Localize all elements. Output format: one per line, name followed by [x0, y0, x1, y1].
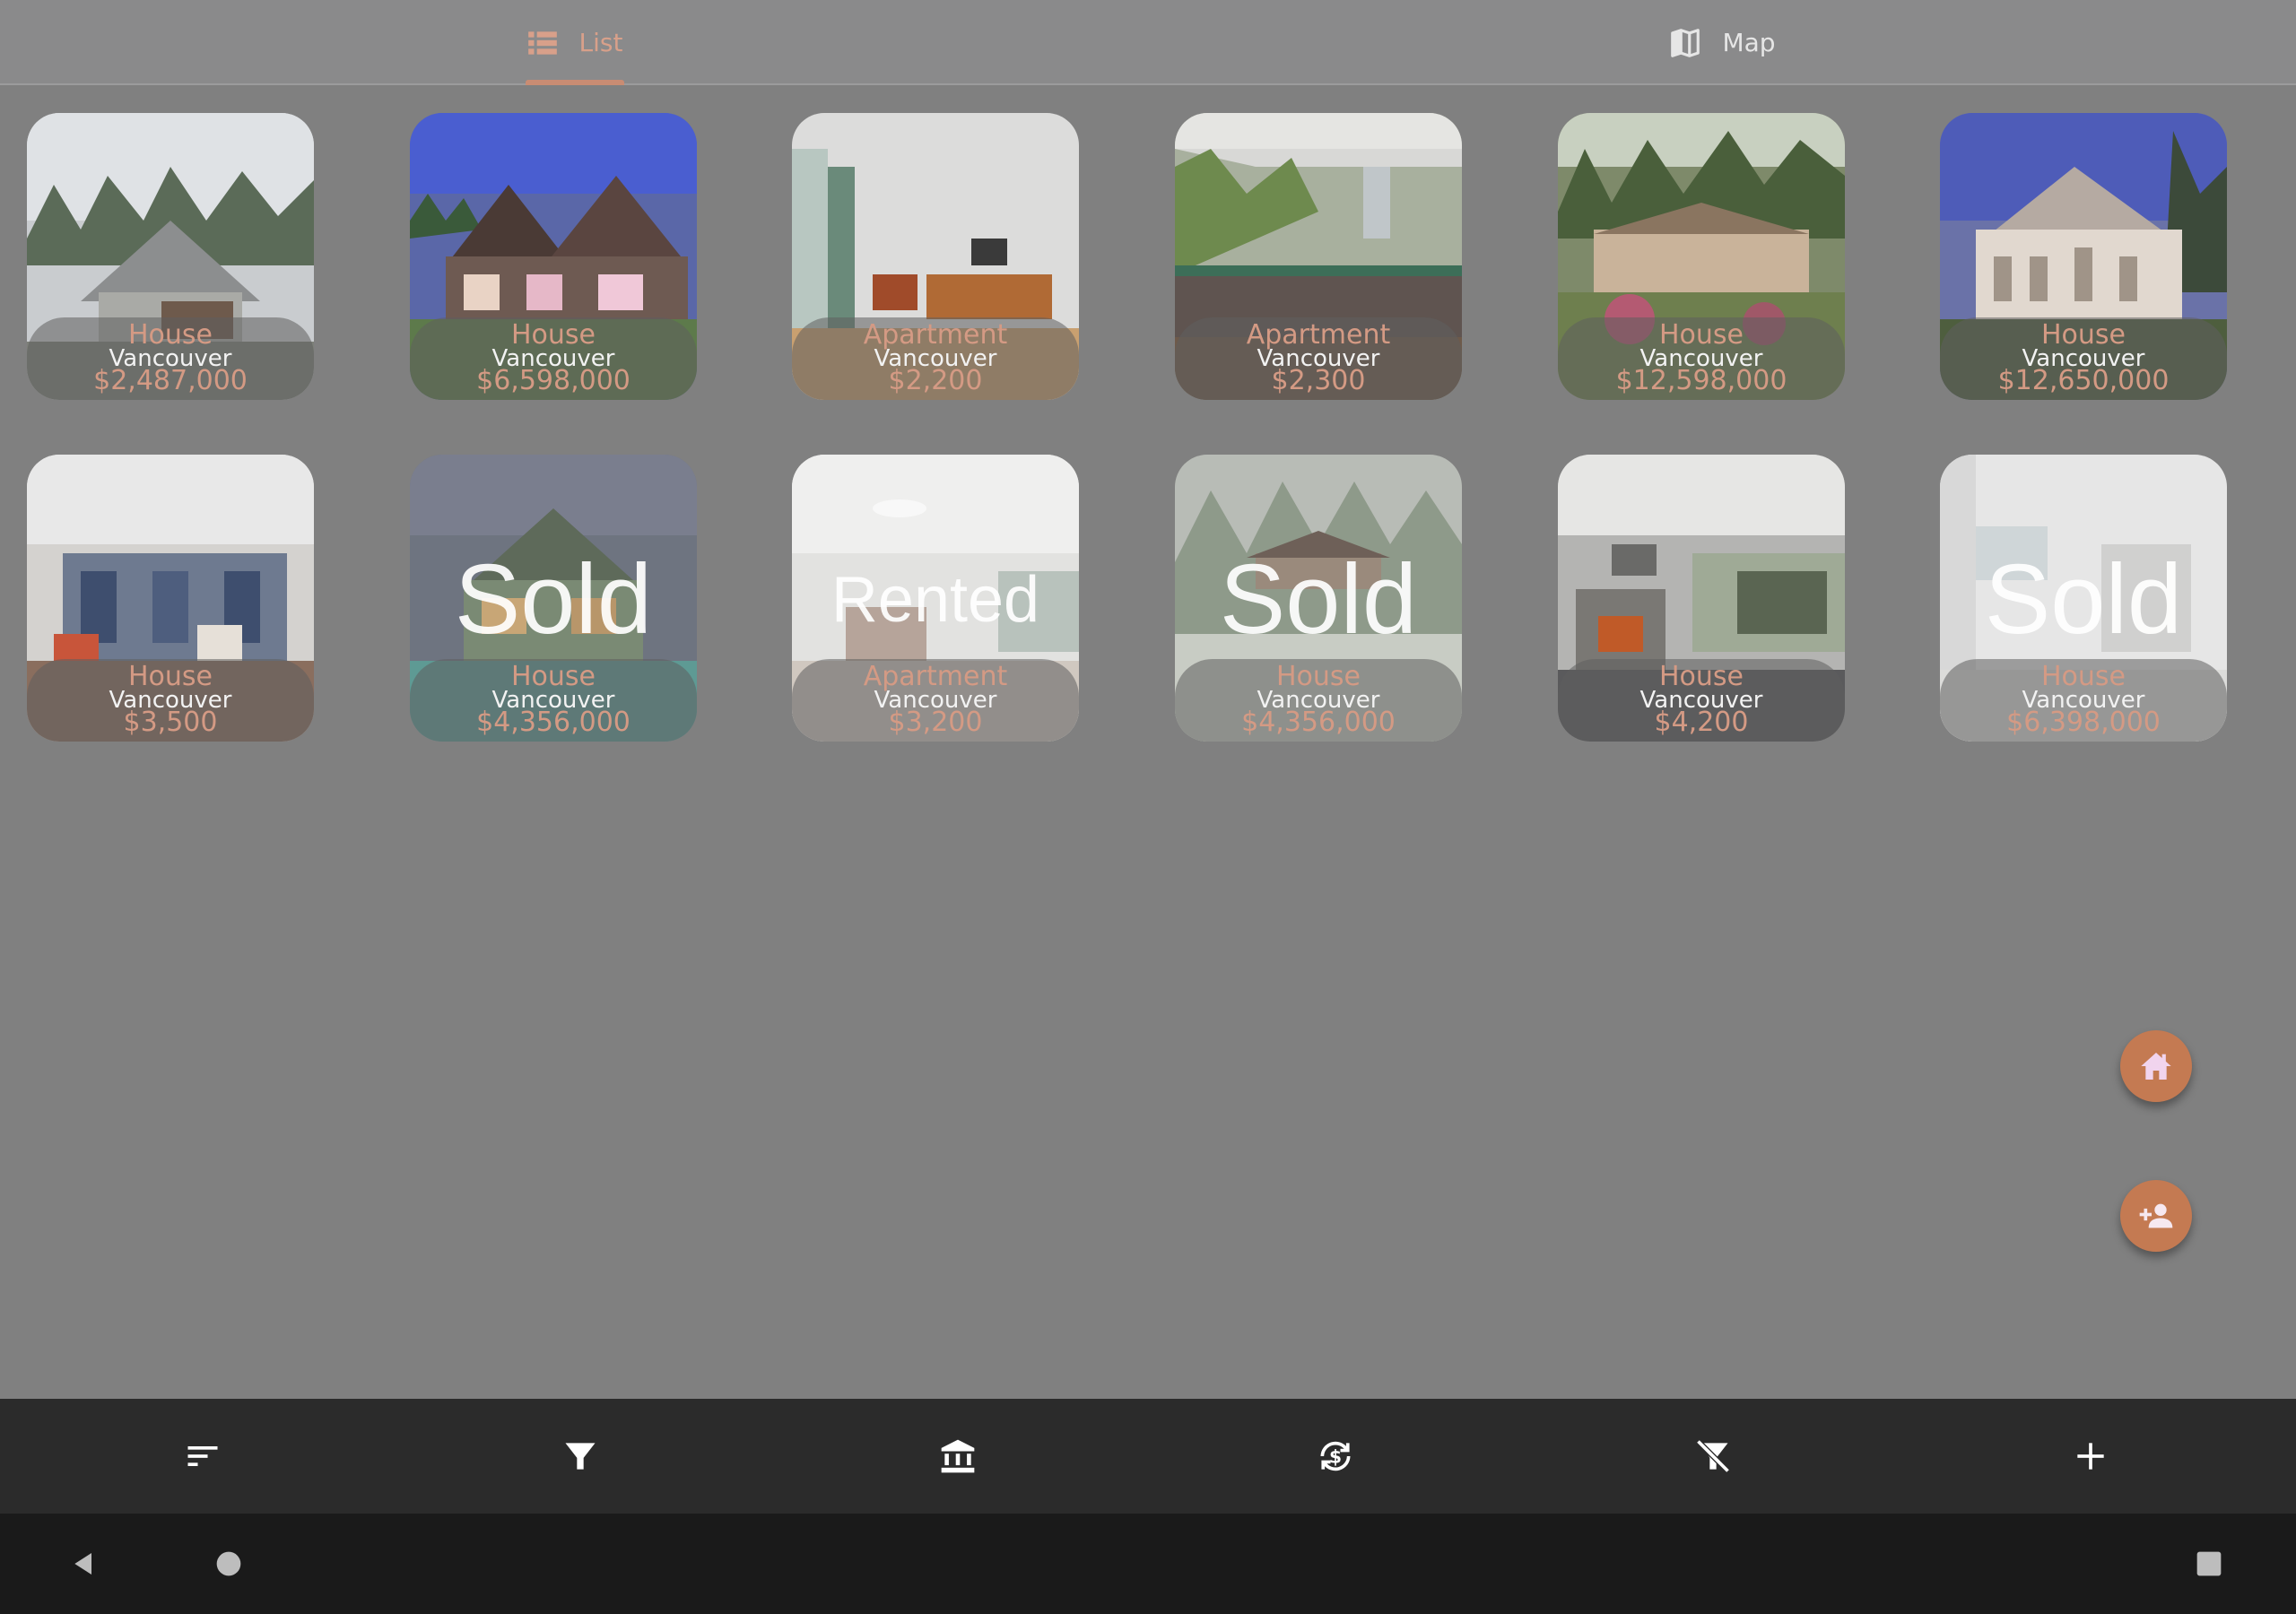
listing-card[interactable]: Apartment Vancouver $2,300 — [1175, 113, 1462, 400]
listing-price: $6,598,000 — [476, 365, 631, 396]
bank-icon — [941, 1439, 975, 1473]
listing-price: $4,200 — [1654, 707, 1749, 738]
list-icon — [527, 30, 557, 55]
listing-status: Sold — [1984, 544, 2183, 655]
listing-card[interactable]: Apartment Vancouver $2,200 — [792, 113, 1079, 400]
listing-card[interactable]: Sold House Vancouver $6,398,000 — [1940, 455, 2227, 742]
listing-status: Sold — [1219, 544, 1418, 655]
listing-price: $12,650,000 — [1997, 365, 2170, 396]
listing-caption: Apartment Vancouver $2,300 — [1175, 317, 1462, 400]
clear-filter-button[interactable] — [1650, 1399, 1776, 1514]
tab-map[interactable]: Map — [1148, 0, 2296, 85]
listing-caption: House Vancouver $12,598,000 — [1558, 317, 1845, 400]
listing-card[interactable]: House Vancouver $4,200 — [1558, 455, 1845, 742]
currency-exchange-button[interactable]: $ — [1273, 1399, 1398, 1514]
system-nav-bar — [0, 1514, 2296, 1614]
listing-price: $2,300 — [1271, 365, 1366, 396]
listing-caption: Apartment Vancouver $3,200 — [792, 659, 1079, 742]
recents-icon — [2196, 1551, 2222, 1576]
listing-caption: House Vancouver $4,200 — [1558, 659, 1845, 742]
sort-icon — [187, 1446, 218, 1466]
listing-card[interactable]: House Vancouver $3,500 — [27, 455, 314, 742]
listing-caption: Apartment Vancouver $2,200 — [792, 317, 1079, 400]
listing-status: Rented — [831, 564, 1040, 636]
home-circle-icon — [216, 1551, 241, 1576]
listing-caption: House Vancouver $6,398,000 — [1940, 659, 2227, 742]
listing-caption: House Vancouver $3,500 — [27, 659, 314, 742]
bank-button[interactable] — [895, 1399, 1021, 1514]
filter-off-icon — [1696, 1439, 1730, 1473]
listing-caption: House Vancouver $2,487,000 — [27, 317, 314, 400]
listing-price: $12,598,000 — [1615, 365, 1787, 396]
listing-price: $4,356,000 — [1241, 707, 1396, 738]
listing-card[interactable]: Sold House Vancouver $4,356,000 — [1175, 455, 1462, 742]
listing-price: $2,200 — [888, 365, 983, 396]
filter-icon — [565, 1443, 596, 1470]
listing-caption: House Vancouver $6,598,000 — [410, 317, 697, 400]
listing-caption: House Vancouver $4,356,000 — [1175, 659, 1462, 742]
svg-text:$: $ — [1329, 1445, 1342, 1467]
recents-button[interactable] — [2164, 1514, 2254, 1614]
tab-map-label: Map — [1722, 28, 1776, 57]
bottom-toolbar: $ — [0, 1399, 2296, 1514]
listing-card[interactable]: House Vancouver $6,598,000 — [410, 113, 697, 400]
listing-card[interactable]: Sold House Vancouver $4,356,000 — [410, 455, 697, 742]
add-person-icon — [2139, 1203, 2173, 1228]
listing-caption: House Vancouver $12,650,000 — [1940, 317, 2227, 400]
listing-card[interactable]: House Vancouver $12,650,000 — [1940, 113, 2227, 400]
listing-price: $3,500 — [123, 707, 218, 738]
add-button[interactable] — [2028, 1399, 2153, 1514]
listing-status: Sold — [454, 544, 653, 655]
active-tab-indicator — [526, 80, 624, 85]
filter-button[interactable] — [517, 1399, 643, 1514]
home-fab-button[interactable] — [2120, 1030, 2192, 1102]
home-nav-button[interactable] — [184, 1514, 274, 1614]
sort-button[interactable] — [140, 1399, 265, 1514]
listing-price: $4,356,000 — [476, 707, 631, 738]
back-button[interactable] — [39, 1514, 129, 1614]
top-tab-bar: List Map — [0, 0, 2296, 85]
listing-price: $3,200 — [888, 707, 983, 738]
tab-list-label: List — [578, 28, 623, 57]
listing-price: $2,487,000 — [93, 365, 248, 396]
listing-card[interactable]: House Vancouver $12,598,000 — [1558, 113, 1845, 400]
map-icon — [1671, 28, 1700, 57]
listing-caption: House Vancouver $4,356,000 — [410, 659, 697, 742]
back-icon — [74, 1553, 91, 1575]
home-icon — [2141, 1053, 2171, 1080]
listing-card[interactable]: Rented Apartment Vancouver $3,200 — [792, 455, 1079, 742]
add-person-fab-button[interactable] — [2120, 1180, 2192, 1252]
add-icon — [2077, 1443, 2104, 1470]
currency-exchange-icon: $ — [1320, 1441, 1351, 1471]
listing-price: $6,398,000 — [2006, 707, 2161, 738]
listing-card[interactable]: House Vancouver $2,487,000 — [27, 113, 314, 400]
tab-list[interactable]: List — [0, 0, 1148, 85]
